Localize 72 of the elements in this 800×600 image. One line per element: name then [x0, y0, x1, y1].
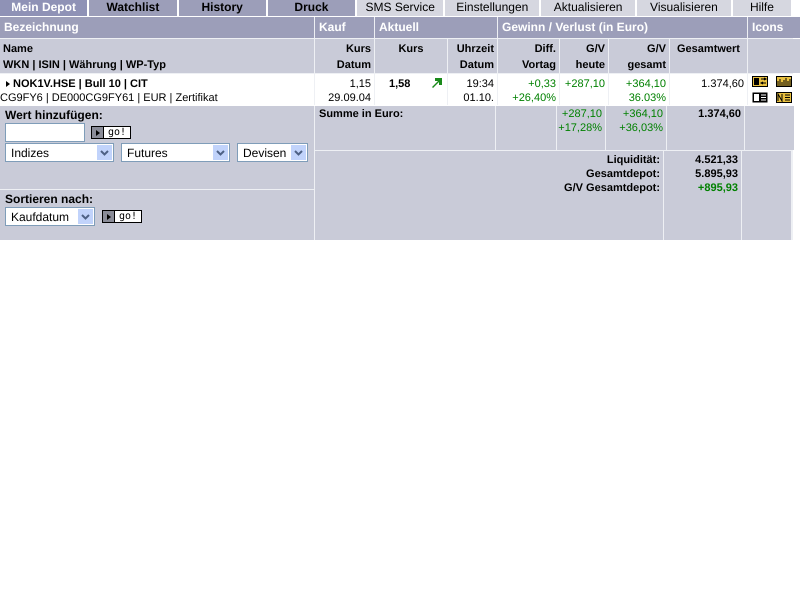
- dropdown[interactable]: Devisen: [237, 143, 308, 162]
- column-header: G/V: [586, 42, 605, 57]
- play-icon: [106, 214, 110, 220]
- news-icon[interactable]: [776, 92, 792, 102]
- go-button[interactable]: go!: [91, 126, 132, 139]
- tab[interactable]: Druck: [268, 0, 356, 16]
- summary-value: +364,10: [622, 107, 663, 121]
- column-header: gesamt: [627, 58, 666, 73]
- column-header: Vortag: [522, 58, 556, 73]
- menu-link[interactable]: Aktualisieren: [541, 0, 636, 16]
- total-value: 4.521,33: [695, 153, 738, 167]
- summary-value: +17,28%: [558, 121, 602, 135]
- menu-link[interactable]: Visualisieren: [637, 0, 731, 16]
- menu-link[interactable]: SMS Service: [357, 0, 444, 16]
- column-header: heute: [576, 58, 605, 73]
- table-cell: 1.374,60: [701, 77, 744, 91]
- column-header: Diff.: [534, 42, 556, 57]
- menu-link[interactable]: Einstellungen: [445, 0, 540, 16]
- table-cell: +26,40%: [512, 91, 556, 105]
- chevron-down-icon: [213, 145, 228, 160]
- column-header: Uhrzeit: [456, 42, 494, 57]
- chevron-down-icon: [78, 209, 93, 224]
- security-details: CG9FY6 | DE000CG9FY61 | EUR | Zertifikat: [0, 91, 218, 105]
- column-header: WKN | ISIN | Währung | WP-Typ: [3, 58, 166, 73]
- summary-label: Summe in Euro:: [318, 107, 404, 121]
- expand-icon[interactable]: [6, 81, 10, 87]
- total-label: G/V Gesamtdepot:: [564, 181, 660, 195]
- total-value: +895,93: [698, 181, 738, 195]
- table-cell: +364,10: [626, 77, 666, 91]
- dropdown[interactable]: Indizes: [5, 143, 114, 162]
- column-header: G/V: [647, 42, 666, 57]
- tab[interactable]: History: [178, 0, 266, 16]
- input-field[interactable]: [5, 123, 85, 142]
- dropdown[interactable]: Futures: [121, 143, 230, 162]
- column-header: Name: [3, 42, 33, 57]
- column-header: Datum: [336, 58, 371, 73]
- table-cell: 29.09.04: [328, 91, 371, 105]
- column-group-header: Kauf: [315, 17, 374, 38]
- table-cell: +0,33: [528, 77, 556, 91]
- total-label: Liquidität:: [606, 153, 660, 167]
- summary-value: +287,10: [562, 107, 602, 121]
- play-icon: [96, 130, 100, 136]
- summary-value: +36,03%: [619, 121, 663, 135]
- exchange-icon[interactable]: [752, 76, 768, 87]
- total-value: 5.895,93: [695, 167, 738, 181]
- total-label: Gesamtdepot:: [586, 167, 660, 181]
- column-header: Gesamtwert: [677, 42, 740, 57]
- menu-link[interactable]: Hilfe: [732, 0, 792, 16]
- chevron-down-icon: [291, 145, 306, 160]
- bar-chart-icon[interactable]: [776, 76, 792, 87]
- form-label: Sortieren nach:: [5, 193, 94, 206]
- dropdown[interactable]: Kaufdatum: [5, 207, 95, 226]
- tab[interactable]: Watchlist: [89, 0, 177, 16]
- go-button[interactable]: go!: [102, 210, 142, 223]
- table-cell: 1,15: [350, 77, 371, 91]
- column-group-header: Icons: [748, 17, 800, 38]
- column-header: Kurs: [398, 42, 424, 57]
- chevron-down-icon: [97, 145, 112, 160]
- table-cell: 36.03%: [628, 91, 666, 105]
- summary-value: 1.374,60: [698, 107, 741, 121]
- column-group-header: Gewinn / Verlust (in Euro): [498, 17, 747, 38]
- column-group-header: Bezeichnung: [0, 17, 314, 38]
- table-cell: 1,58: [389, 77, 410, 91]
- document-icon[interactable]: [752, 92, 768, 102]
- table-cell: +287,10: [564, 77, 605, 91]
- table-cell: 01.10.: [463, 91, 494, 105]
- column-header: Datum: [460, 58, 494, 73]
- security-name[interactable]: NOK1V.HSE | Bull 10 | CIT: [13, 77, 148, 91]
- column-group-header: Aktuell: [375, 17, 497, 38]
- form-label: Wert hinzufügen:: [5, 109, 104, 122]
- column-header: Kurs: [346, 42, 371, 57]
- table-cell: 19:34: [466, 77, 494, 91]
